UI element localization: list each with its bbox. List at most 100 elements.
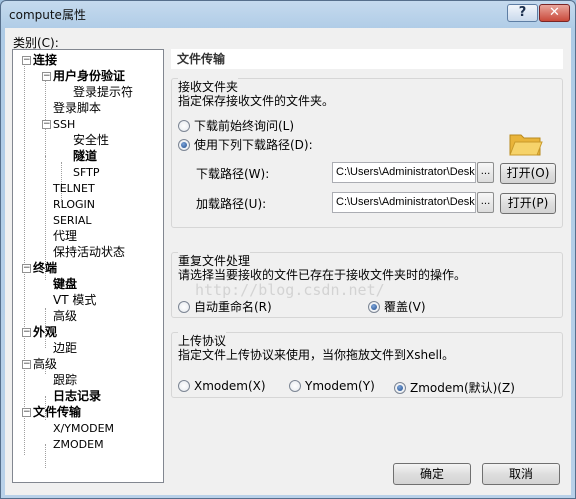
tree-item-user-auth[interactable]: − 用户身份验证 — [42, 69, 125, 84]
tree-item-label: 隧道 — [73, 149, 98, 163]
receive-folder-group: 接收文件夹 指定保存接收文件的文件夹。 下载前始终询问(L) 使用下列下载路径(… — [171, 78, 563, 228]
tree-item-login-script[interactable]: 登录脚本 — [53, 101, 101, 116]
radio-off-icon — [178, 380, 190, 392]
ask-before-download-radio[interactable]: 下载前始终询问(L) — [178, 117, 294, 134]
tree-item-sftp[interactable]: SFTP — [73, 165, 99, 180]
radio-off-icon — [289, 380, 301, 392]
tree-item-xymodem[interactable]: X/YMODEM — [53, 421, 114, 436]
tree-item-label: 登录提示符 — [73, 85, 134, 99]
tree-item-terminal-advanced[interactable]: 高级 — [53, 309, 77, 324]
collapse-icon[interactable]: − — [22, 408, 31, 417]
use-download-path-radio[interactable]: 使用下列下载路径(D): — [178, 136, 313, 153]
dialog-client: 类别(C): − 连接 − 用户身份验证 登录提示符 登录脚本 − SSH 安全… — [5, 28, 571, 495]
radio-on-icon — [178, 139, 190, 151]
radio-label: Ymodem(Y) — [305, 379, 375, 393]
tree-item-file-transfer[interactable]: − 文件传输 — [22, 405, 82, 420]
tree-item-label: 边距 — [53, 341, 78, 355]
tree-item-label: 跟踪 — [53, 373, 78, 387]
tree-item-keyboard[interactable]: 键盘 — [53, 277, 77, 292]
radio-label: 使用下列下载路径(D): — [194, 138, 313, 152]
radio-label: Xmodem(X) — [194, 379, 266, 393]
tree-item-label: 登录脚本 — [53, 101, 102, 115]
cancel-button[interactable]: 取消 — [482, 463, 560, 485]
radio-on-icon — [394, 382, 406, 394]
collapse-icon[interactable]: − — [22, 360, 31, 369]
tree-item-telnet[interactable]: TELNET — [53, 181, 95, 196]
tree-item-ssh[interactable]: − SSH — [42, 117, 76, 132]
open-upload-button[interactable]: 打开(P) — [500, 193, 556, 214]
tree-item-label: SFTP — [73, 166, 100, 179]
tree-item-label: SERIAL — [53, 214, 92, 227]
tree-line — [24, 60, 25, 455]
tree-item-login-prompt[interactable]: 登录提示符 — [73, 85, 133, 100]
download-path-label: 下载路径(W): — [196, 167, 270, 181]
tree-item-margins[interactable]: 边距 — [53, 341, 77, 356]
title-bar[interactable]: compute属性 ? ✕ — [1, 1, 575, 27]
tree-item-keepalive[interactable]: 保持活动状态 — [53, 245, 125, 260]
download-browse-button[interactable]: ... — [477, 162, 494, 183]
upload-protocol-group: 上传协议 指定文件上传协议来使用，当你拖放文件到Xshell。 Xmodem(X… — [171, 332, 563, 398]
tree-item-serial[interactable]: SERIAL — [53, 213, 91, 228]
auto-rename-radio[interactable]: 自动重命名(R) — [178, 298, 272, 315]
tree-item-label: X/YMODEM — [53, 422, 115, 435]
upload-browse-button[interactable]: ... — [477, 192, 494, 213]
tree-item-label: 文件传输 — [33, 405, 82, 419]
tree-item-label: 日志记录 — [53, 389, 102, 403]
overwrite-radio[interactable]: 覆盖(V) — [368, 298, 426, 315]
tree-item-label: RLOGIN — [53, 198, 96, 211]
tree-item-label: 外观 — [33, 325, 58, 339]
tree-item-label: 连接 — [33, 53, 58, 67]
radio-label: 覆盖(V) — [384, 300, 426, 314]
collapse-icon[interactable]: − — [42, 72, 51, 81]
upload-path-input[interactable]: C:\Users\Administrator\Desk — [332, 192, 476, 213]
folder-icon — [509, 134, 543, 156]
tree-item-label: 代理 — [53, 229, 78, 243]
tree-line — [45, 444, 46, 468]
tree-item-security[interactable]: 安全性 — [73, 133, 109, 148]
tree-item-label: 高级 — [53, 309, 78, 323]
download-path-input[interactable]: C:\Users\Administrator\Desk — [332, 162, 476, 183]
upload-protocol-desc: 指定文件上传协议来使用，当你拖放文件到Xshell。 — [178, 348, 455, 362]
tree-item-proxy[interactable]: 代理 — [53, 229, 77, 244]
tree-item-appearance[interactable]: − 外观 — [22, 325, 58, 340]
tree-item-label: SSH — [53, 118, 76, 131]
tree-item-vt-mode[interactable]: VT 模式 — [53, 293, 96, 308]
radio-off-icon — [178, 301, 190, 313]
ymodem-radio[interactable]: Ymodem(Y) — [289, 379, 375, 393]
collapse-icon[interactable]: − — [22, 328, 31, 337]
tree-item-terminal[interactable]: − 终端 — [22, 261, 58, 276]
collapse-icon[interactable]: − — [22, 264, 31, 273]
tree-item-tunnel[interactable]: 隧道 — [73, 149, 97, 164]
help-button[interactable]: ? — [507, 4, 538, 22]
zmodem-radio[interactable]: Zmodem(默认)(Z) — [394, 379, 515, 396]
tree-item-rlogin[interactable]: RLOGIN — [53, 197, 95, 212]
tree-item-label: TELNET — [53, 182, 95, 195]
receive-folder-desc: 指定保存接收文件的文件夹。 — [178, 94, 335, 108]
radio-on-icon — [368, 301, 380, 313]
tree-item-zmodem[interactable]: ZMODEM — [53, 437, 104, 452]
collapse-icon[interactable]: − — [22, 56, 31, 65]
tree-item-connection[interactable]: − 连接 — [22, 53, 58, 68]
tree-line — [45, 76, 46, 156]
tree-item-label: 终端 — [33, 261, 58, 275]
tree-item-advanced[interactable]: − 高级 — [22, 357, 58, 372]
watermark: http://blog.csdn.net/ — [195, 281, 385, 299]
upload-path-label: 加载路径(U): — [196, 197, 267, 211]
tree-item-logging[interactable]: 日志记录 — [53, 389, 101, 404]
close-button[interactable]: ✕ — [539, 4, 570, 22]
radio-label: 自动重命名(R) — [194, 300, 272, 314]
settings-panel: 文件传输 接收文件夹 指定保存接收文件的文件夹。 下载前始终询问(L) 使用下列… — [171, 49, 565, 469]
window-title: compute属性 — [9, 8, 86, 22]
radio-label: Zmodem(默认)(Z) — [410, 381, 515, 395]
tree-item-label: 键盘 — [53, 277, 78, 291]
category-tree[interactable]: − 连接 − 用户身份验证 登录提示符 登录脚本 − SSH 安全性 隧道 SF… — [12, 49, 164, 483]
tree-item-label: ZMODEM — [53, 438, 104, 451]
ok-button[interactable]: 确定 — [393, 463, 471, 485]
open-download-button[interactable]: 打开(O) — [500, 163, 556, 184]
radio-off-icon — [178, 120, 190, 132]
xmodem-radio[interactable]: Xmodem(X) — [178, 379, 266, 393]
collapse-icon[interactable]: − — [42, 120, 51, 129]
tree-item-trace[interactable]: 跟踪 — [53, 373, 77, 388]
properties-window: compute属性 ? ✕ 类别(C): − 连接 − 用户身份验证 登录提示符… — [0, 0, 576, 499]
tree-item-label: 高级 — [33, 357, 58, 371]
